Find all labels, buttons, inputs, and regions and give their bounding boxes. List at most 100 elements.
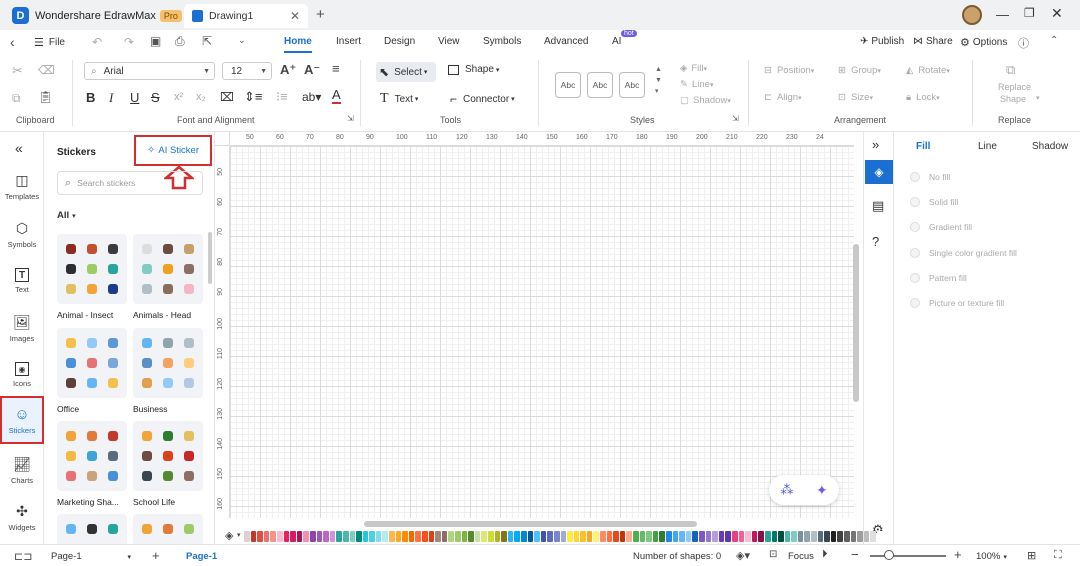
publish-button[interactable]: ✈ Publish <box>860 36 904 47</box>
color-swatch[interactable] <box>850 531 857 542</box>
color-swatch[interactable] <box>778 531 784 542</box>
color-swatch[interactable] <box>389 531 395 542</box>
color-swatch[interactable] <box>468 531 474 542</box>
sidebar-item-templates[interactable]: ◫ Templates <box>2 164 42 208</box>
align-button[interactable]: ⊏ Align ▾ <box>764 92 802 103</box>
color-swatch[interactable] <box>646 531 652 542</box>
dialog-launcher-icon[interactable]: ⇲ <box>347 114 354 123</box>
bold-icon[interactable]: B <box>86 90 95 105</box>
color-swatch[interactable] <box>619 531 626 542</box>
fill-option-picture[interactable]: Picture or texture fill <box>910 298 1004 308</box>
color-swatch[interactable] <box>593 531 600 542</box>
color-swatch[interactable] <box>824 531 830 542</box>
strikethrough-icon[interactable]: S <box>151 90 160 105</box>
tab-symbols[interactable]: Symbols <box>483 36 521 47</box>
tab-ai[interactable]: AI <box>612 36 621 47</box>
color-swatch[interactable] <box>441 531 448 542</box>
color-swatch[interactable] <box>323 531 329 542</box>
color-swatch[interactable] <box>244 531 250 542</box>
tab-design[interactable]: Design <box>384 36 415 47</box>
options-button[interactable]: ⚙ Options <box>960 36 1007 49</box>
color-swatch[interactable] <box>250 531 257 542</box>
focus-label[interactable]: Focus <box>788 551 814 562</box>
page-selector[interactable]: Page-1 ▾ <box>51 551 131 562</box>
sidebar-item-images[interactable]: 🖼︎ Images <box>2 306 42 350</box>
text-case-icon[interactable]: ab▾ <box>302 90 321 104</box>
chevron-down-icon[interactable]: ▾ <box>237 531 241 539</box>
color-swatch[interactable] <box>745 531 751 542</box>
ai-sparkle-icon[interactable]: ✦ <box>816 482 828 499</box>
color-swatch[interactable] <box>870 531 876 542</box>
italic-icon[interactable]: I <box>109 90 113 106</box>
color-swatch[interactable] <box>679 531 685 542</box>
shape-tool[interactable]: Shape ▾ <box>448 64 499 75</box>
color-swatch[interactable] <box>520 531 527 542</box>
print-icon[interactable]: ⎙ <box>175 34 185 49</box>
color-swatch[interactable] <box>402 531 408 542</box>
increase-font-icon[interactable]: A⁺ <box>280 62 296 78</box>
color-swatch[interactable] <box>296 531 303 542</box>
fit-page-icon[interactable]: ⊞ <box>1027 549 1036 562</box>
minimize-icon[interactable]: — <box>996 7 1009 22</box>
rotate-button[interactable]: ◭ Rotate ▾ <box>906 65 950 76</box>
zoom-out-icon[interactable]: − <box>851 547 859 562</box>
replace-shape-label-1[interactable]: Replace <box>998 82 1031 92</box>
share-button[interactable]: ⋈ Share <box>913 36 953 47</box>
line-button[interactable]: ✎ Line ▾ <box>680 79 713 90</box>
color-swatch[interactable] <box>705 531 712 542</box>
tab-view[interactable]: View <box>438 36 460 47</box>
color-swatch[interactable] <box>580 531 586 542</box>
color-swatch[interactable] <box>672 531 679 542</box>
sticker-card-animals-head[interactable] <box>133 234 203 304</box>
format-painter-icon[interactable]: ⌫ <box>38 63 55 77</box>
doc-tab[interactable]: Drawing1 ✕ <box>184 4 308 28</box>
color-swatch[interactable] <box>738 531 745 542</box>
size-button[interactable]: ⊡ Size ▾ <box>838 92 873 103</box>
play-icon[interactable]: ⏵ <box>822 548 828 561</box>
color-swatch[interactable] <box>830 531 837 542</box>
styles-scroll-icon[interactable]: ▲ ▼ ▾ <box>655 64 662 97</box>
maximize-icon[interactable]: ❐ <box>1024 6 1035 20</box>
copy-icon[interactable]: ⧉ <box>12 91 21 106</box>
color-swatch[interactable] <box>283 531 290 542</box>
color-swatch[interactable] <box>461 531 468 542</box>
style-sample-3[interactable]: Abc <box>619 72 645 98</box>
sidebar-item-text[interactable]: T Text <box>2 259 42 303</box>
color-swatch[interactable] <box>448 531 454 542</box>
fullscreen-icon[interactable]: ⛶ <box>1054 549 1062 562</box>
color-swatch[interactable] <box>758 531 764 542</box>
zoom-level-select[interactable]: 100% ▾ <box>976 551 1007 562</box>
close-window-icon[interactable]: ✕ <box>1051 5 1063 22</box>
color-swatch[interactable] <box>666 531 672 542</box>
save-icon[interactable]: ▣ <box>150 34 161 48</box>
color-swatch[interactable] <box>329 531 336 542</box>
style-sample-2[interactable]: Abc <box>587 72 613 98</box>
color-swatch[interactable] <box>751 531 758 542</box>
color-swatch[interactable] <box>844 531 850 542</box>
color-swatch[interactable] <box>507 531 514 542</box>
canvas-vertical-scrollbar[interactable] <box>853 244 859 402</box>
new-tab-icon[interactable]: + <box>316 6 325 23</box>
color-swatch[interactable] <box>527 531 534 542</box>
color-swatch[interactable] <box>811 531 817 542</box>
search-input[interactable]: ⌕ Search stickers <box>57 171 203 195</box>
fill-button[interactable]: ◈ Fill ▾ <box>680 63 707 74</box>
style-sample-1[interactable]: Abc <box>555 72 581 98</box>
color-swatch[interactable] <box>698 531 705 542</box>
collapse-panel-icon[interactable]: « <box>15 140 23 156</box>
page-icon[interactable]: ▤ <box>872 198 884 214</box>
color-swatch[interactable] <box>685 531 692 542</box>
page-tab[interactable]: Page-1 <box>186 551 217 562</box>
fill-option-gradient[interactable]: Gradient fill <box>910 222 972 232</box>
sticker-card-more[interactable] <box>133 514 203 544</box>
text-tool[interactable]: T Text ▾ <box>380 91 418 107</box>
color-swatch[interactable] <box>263 531 270 542</box>
select-tool[interactable]: ⬉ Select ▾ <box>376 62 436 82</box>
color-swatch[interactable] <box>342 531 349 542</box>
sticker-card-office[interactable] <box>57 328 127 398</box>
subscript-icon[interactable]: x₂ <box>196 91 206 103</box>
toggle-panel-icon[interactable]: ⊏⊐ <box>14 550 32 563</box>
superscript-icon[interactable]: x² <box>174 91 183 103</box>
fill-option-single-gradient[interactable]: Single color gradient fill <box>910 248 1017 258</box>
sticker-card-school-life[interactable] <box>133 421 203 491</box>
